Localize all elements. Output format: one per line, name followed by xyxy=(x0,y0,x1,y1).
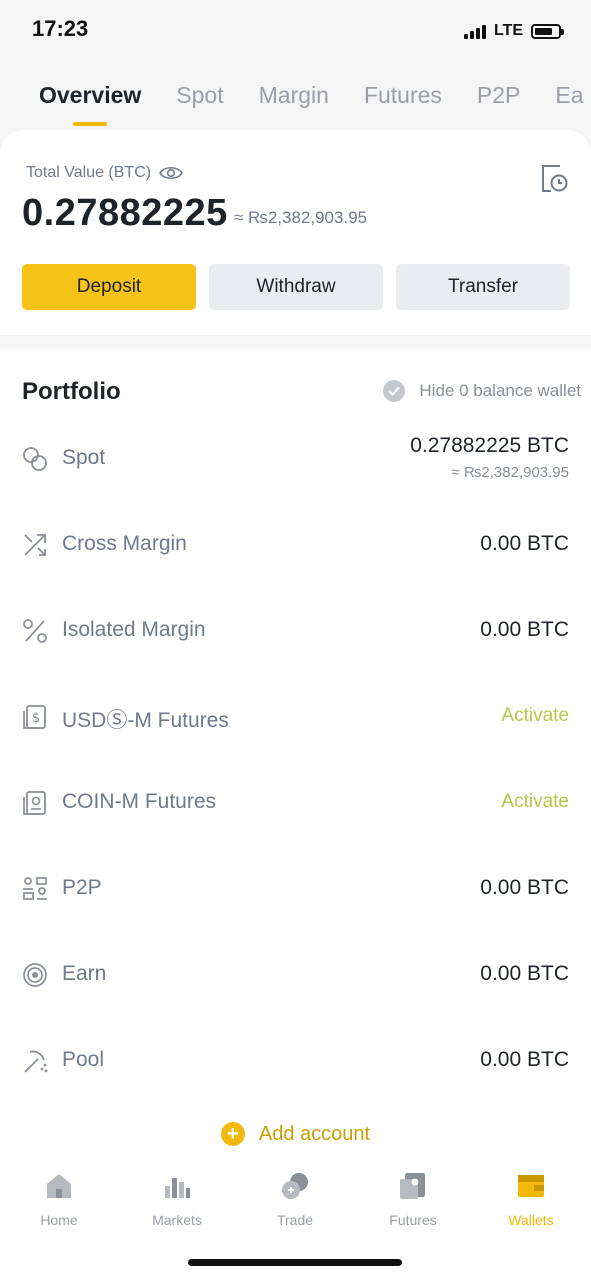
eye-icon[interactable] xyxy=(159,165,184,181)
nav-wallets-label: Wallets xyxy=(508,1212,554,1228)
nav-futures-label: Futures xyxy=(389,1212,437,1228)
tab-p2p[interactable]: P2P xyxy=(477,70,520,128)
nav-markets[interactable]: Markets xyxy=(118,1170,236,1228)
usds-futures-icon: $ xyxy=(23,705,46,729)
nav-trade-label: Trade xyxy=(276,1212,314,1228)
coin-futures-icon xyxy=(23,791,46,815)
total-value-btc: 0.27882225 xyxy=(22,192,228,234)
account-row-isolated-margin[interactable]: Isolated Margin 0.00 BTC xyxy=(0,594,591,680)
tab-spot[interactable]: Spot xyxy=(176,70,223,128)
account-value-p2p: 0.00 BTC xyxy=(480,876,569,899)
cross-margin-icon xyxy=(24,534,46,556)
account-row-cross-margin[interactable]: Cross Margin 0.00 BTC xyxy=(0,508,591,594)
account-value-spot: 0.27882225 BTC xyxy=(410,434,569,457)
network-type: LTE xyxy=(493,22,523,39)
wallet-icon xyxy=(518,1175,544,1197)
withdraw-button[interactable]: Withdraw xyxy=(209,264,383,310)
nav-trade[interactable]: Trade xyxy=(236,1170,354,1228)
account-value-pool: 0.00 BTC xyxy=(480,1048,569,1071)
signal-icon xyxy=(463,23,486,39)
tab-overview[interactable]: Overview xyxy=(39,70,141,128)
tab-earn[interactable]: Ea xyxy=(555,70,583,128)
wallet-tabs: Overview Spot Margin Futures P2P Ea xyxy=(0,70,591,128)
markets-icon xyxy=(165,1178,190,1198)
portfolio-title: Portfolio xyxy=(22,378,121,405)
tab-margin[interactable]: Margin xyxy=(259,70,329,128)
total-value-label: Total Value (BTC) xyxy=(26,164,152,181)
account-row-pool[interactable]: Pool 0.00 BTC xyxy=(0,1024,591,1110)
activate-coin-futures-button[interactable]: Activate xyxy=(501,791,569,813)
account-label-coin-futures: COIN-M Futures xyxy=(62,790,217,813)
status-indicators: LTE xyxy=(463,22,564,40)
activate-usds-futures-button[interactable]: Activate xyxy=(501,705,569,727)
add-account-label: Add account xyxy=(258,1122,371,1145)
account-label-spot: Spot xyxy=(62,446,106,469)
hide-zero-balance-label: Hide 0 balance wallet xyxy=(419,381,581,400)
account-label-usds-futures: USDⓈ-M Futures xyxy=(62,709,229,732)
nav-home[interactable]: Home xyxy=(0,1170,118,1228)
history-icon[interactable] xyxy=(539,162,569,194)
account-row-coin-futures[interactable]: COIN-M Futures Activate xyxy=(0,766,591,852)
deposit-button[interactable]: Deposit xyxy=(22,264,196,310)
pool-icon xyxy=(24,1050,48,1073)
home-indicator[interactable] xyxy=(188,1259,402,1266)
nav-markets-label: Markets xyxy=(152,1212,202,1228)
account-label-cross-margin: Cross Margin xyxy=(62,532,187,555)
account-label-p2p: P2P xyxy=(62,876,102,899)
svg-text:$: $ xyxy=(32,711,40,726)
account-value-cross-margin: 0.00 BTC xyxy=(480,532,569,555)
nav-futures[interactable]: Futures xyxy=(354,1170,472,1228)
account-value-isolated-margin: 0.00 BTC xyxy=(480,618,569,641)
tab-futures[interactable]: Futures xyxy=(364,70,442,128)
futures-icon xyxy=(400,1173,425,1199)
status-bar: 17:23 LTE xyxy=(0,0,591,60)
spot-icon xyxy=(23,447,47,471)
action-buttons: Deposit Withdraw Transfer xyxy=(22,264,570,310)
account-row-p2p[interactable]: P2P 0.00 BTC xyxy=(0,852,591,938)
plus-icon: + xyxy=(220,1122,245,1146)
home-icon xyxy=(47,1174,71,1198)
nav-wallets[interactable]: Wallets xyxy=(472,1170,590,1228)
account-label-pool: Pool xyxy=(62,1048,105,1071)
account-label-isolated-margin: Isolated Margin xyxy=(62,618,206,641)
battery-icon xyxy=(531,23,564,39)
transfer-button[interactable]: Transfer xyxy=(396,264,570,310)
account-row-usds-futures[interactable]: $ USDⓈ-M Futures Activate xyxy=(0,680,591,766)
portfolio-section: Portfolio Hide 0 balance wallet Spot 0.2… xyxy=(0,350,591,1200)
account-label-earn: Earn xyxy=(62,962,107,985)
check-icon xyxy=(383,380,406,402)
total-value-header: Total Value (BTC) xyxy=(26,164,184,182)
total-value-fiat: ≈ ₨2,382,903.95 xyxy=(234,208,368,227)
account-row-spot[interactable]: Spot 0.27882225 BTC ≈ ₨2,382,903.95 xyxy=(0,422,591,508)
status-time: 17:23 xyxy=(32,16,89,41)
isolated-margin-icon xyxy=(23,619,47,643)
earn-icon xyxy=(23,963,47,987)
account-fiat-spot: ≈ ₨2,382,903.95 xyxy=(451,464,569,481)
add-account-button[interactable]: + Add account xyxy=(0,1122,591,1146)
nav-home-label: Home xyxy=(40,1212,78,1228)
trade-icon xyxy=(282,1173,308,1199)
account-row-earn[interactable]: Earn 0.00 BTC xyxy=(0,938,591,1024)
p2p-icon xyxy=(23,877,47,900)
total-value-card: Total Value (BTC) 0.27882225 ≈ ₨2,382,90… xyxy=(0,130,591,335)
hide-zero-balance-toggle[interactable]: Hide 0 balance wallet xyxy=(383,380,581,402)
account-value-earn: 0.00 BTC xyxy=(480,962,569,985)
